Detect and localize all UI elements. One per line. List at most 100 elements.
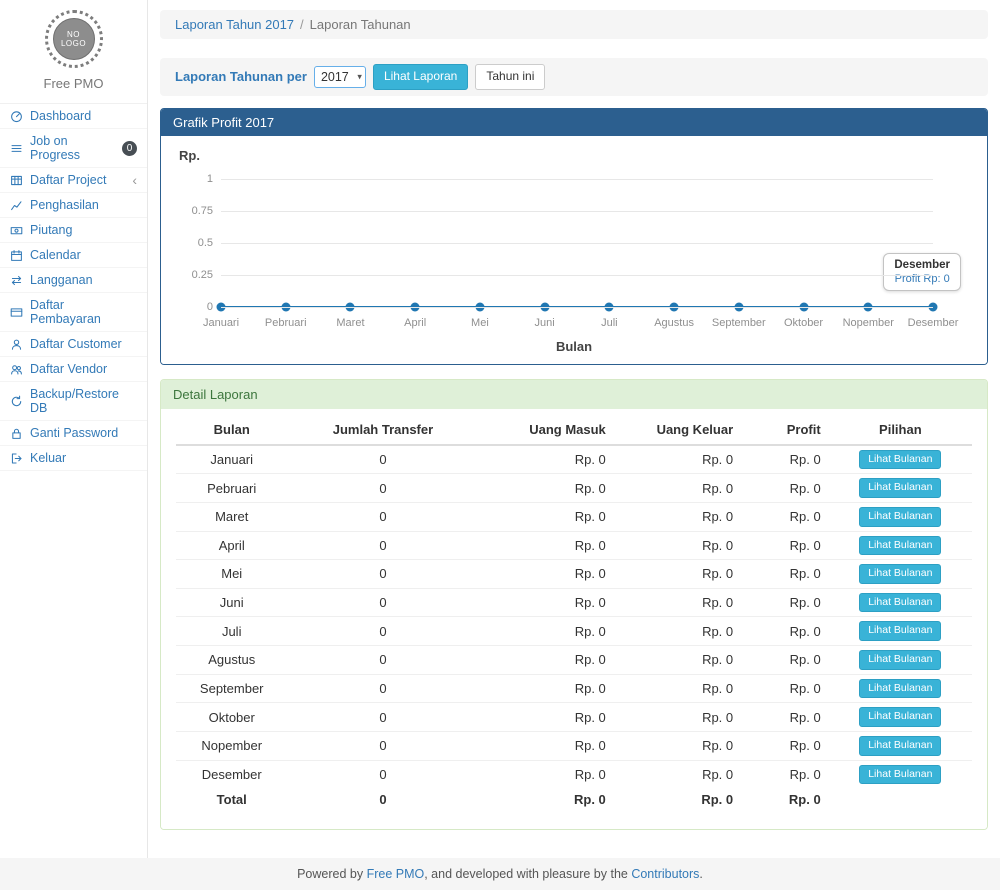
cell-pilihan: Lihat Bulanan bbox=[829, 531, 972, 560]
sidebar-item-job-on-progress[interactable]: Job on Progress 0 bbox=[0, 129, 147, 168]
dashboard-icon bbox=[10, 110, 23, 123]
content-wrap: NO LOGO Free PMO Dashboard Job on Progre… bbox=[0, 0, 1000, 858]
table-row: Juli 0 Rp. 0 Rp. 0 Rp. 0 Lihat Bulanan bbox=[176, 617, 972, 646]
cell-jumlah-transfer: 0 bbox=[287, 760, 478, 788]
table-row: Pebruari 0 Rp. 0 Rp. 0 Rp. 0 Lihat Bulan… bbox=[176, 474, 972, 503]
sidebar-item-penghasilan[interactable]: Penghasilan bbox=[0, 193, 147, 218]
sidebar-item-langganan[interactable]: Langganan bbox=[0, 268, 147, 293]
detail-panel-title: Detail Laporan bbox=[161, 380, 987, 409]
y-tick-label: 0.25 bbox=[175, 269, 213, 281]
x-tick-label: Maret bbox=[336, 317, 364, 329]
column-header-uang-keluar: Uang Keluar bbox=[614, 415, 741, 445]
x-tick-label: Pebruari bbox=[265, 317, 307, 329]
x-tick-label: Nopember bbox=[843, 317, 894, 329]
chart-tooltip: Desember Profit Rp: 0 bbox=[883, 253, 961, 291]
sidebar-item-label: Ganti Password bbox=[30, 426, 118, 440]
lihat-bulanan-button[interactable]: Lihat Bulanan bbox=[859, 707, 941, 727]
gridline bbox=[221, 243, 933, 244]
line-chart-icon bbox=[10, 199, 23, 212]
sidebar-item-daftar-customer[interactable]: Daftar Customer bbox=[0, 332, 147, 357]
footer-link-free-pmo[interactable]: Free PMO bbox=[367, 867, 425, 881]
gridline bbox=[221, 307, 933, 308]
sidebar-item-backup-restore-db[interactable]: Backup/Restore DB bbox=[0, 382, 147, 421]
sidebar-item-label: Daftar Project bbox=[30, 173, 106, 187]
tasks-icon bbox=[10, 142, 23, 155]
footer-text-suffix: . bbox=[699, 867, 702, 881]
sign-out-icon bbox=[10, 452, 23, 465]
sidebar-item-daftar-vendor[interactable]: Daftar Vendor bbox=[0, 357, 147, 382]
lihat-bulanan-button[interactable]: Lihat Bulanan bbox=[859, 765, 941, 785]
cell-profit: Rp. 0 bbox=[741, 674, 829, 703]
cell-pilihan: Lihat Bulanan bbox=[829, 732, 972, 761]
cell-pilihan: Lihat Bulanan bbox=[829, 445, 972, 474]
table-row: September 0 Rp. 0 Rp. 0 Rp. 0 Lihat Bula… bbox=[176, 674, 972, 703]
lihat-bulanan-button[interactable]: Lihat Bulanan bbox=[859, 564, 941, 584]
table-row: Nopember 0 Rp. 0 Rp. 0 Rp. 0 Lihat Bulan… bbox=[176, 732, 972, 761]
sidebar-item-ganti-password[interactable]: Ganti Password bbox=[0, 421, 147, 446]
logo-text: NO LOGO bbox=[53, 18, 95, 60]
lihat-bulanan-button[interactable]: Lihat Bulanan bbox=[859, 650, 941, 670]
sidebar-item-keluar[interactable]: Keluar bbox=[0, 446, 147, 471]
sidebar-item-daftar-pembayaran[interactable]: Daftar Pembayaran bbox=[0, 293, 147, 332]
cell-profit: Rp. 0 bbox=[741, 502, 829, 531]
cell-uang-masuk: Rp. 0 bbox=[478, 445, 613, 474]
footer: Powered by Free PMO, and developed with … bbox=[0, 858, 1000, 890]
sidebar-item-piutang[interactable]: Piutang bbox=[0, 218, 147, 243]
sidebar-item-label: Keluar bbox=[30, 451, 66, 465]
cell-uang-masuk: Rp. 0 bbox=[478, 560, 613, 589]
chart-plot: JanuariPebruariMaretAprilMeiJuniJuliAgus… bbox=[175, 169, 973, 335]
table-row: April 0 Rp. 0 Rp. 0 Rp. 0 Lihat Bulanan bbox=[176, 531, 972, 560]
y-tick-label: 0 bbox=[175, 301, 213, 313]
cell-bulan: Juli bbox=[176, 617, 287, 646]
cell-profit: Rp. 0 bbox=[741, 732, 829, 761]
footer-link-contributors[interactable]: Contributors bbox=[631, 867, 699, 881]
tahun-ini-button[interactable]: Tahun ini bbox=[475, 64, 545, 90]
cell-uang-keluar: Rp. 0 bbox=[614, 732, 741, 761]
cell-uang-masuk: Rp. 0 bbox=[478, 474, 613, 503]
breadcrumb-link[interactable]: Laporan Tahun 2017 bbox=[175, 17, 294, 32]
sidebar-item-daftar-project[interactable]: Daftar Project ‹ bbox=[0, 168, 147, 193]
cell-jumlah-transfer: 0 bbox=[287, 617, 478, 646]
cell-pilihan: Lihat Bulanan bbox=[829, 646, 972, 675]
brand-name: Free PMO bbox=[0, 76, 147, 91]
year-select[interactable]: 2017 bbox=[314, 66, 366, 88]
x-tick-label: April bbox=[404, 317, 426, 329]
lihat-bulanan-button[interactable]: Lihat Bulanan bbox=[859, 536, 941, 556]
total-keluar: Rp. 0 bbox=[614, 788, 741, 811]
cell-bulan: Desember bbox=[176, 760, 287, 788]
sidebar-item-label: Daftar Customer bbox=[30, 337, 122, 351]
table-row: Oktober 0 Rp. 0 Rp. 0 Rp. 0 Lihat Bulana… bbox=[176, 703, 972, 732]
detail-body: Bulan Jumlah Transfer Uang Masuk Uang Ke… bbox=[161, 409, 987, 830]
tooltip-title: Desember bbox=[894, 259, 950, 271]
money-icon bbox=[10, 224, 23, 237]
sidebar-item-label: Dashboard bbox=[30, 109, 91, 123]
column-header-jumlah-transfer: Jumlah Transfer bbox=[287, 415, 478, 445]
lihat-laporan-button[interactable]: Lihat Laporan bbox=[373, 64, 468, 90]
report-table: Bulan Jumlah Transfer Uang Masuk Uang Ke… bbox=[176, 415, 972, 812]
cell-jumlah-transfer: 0 bbox=[287, 474, 478, 503]
cell-pilihan: Lihat Bulanan bbox=[829, 617, 972, 646]
table-row: Agustus 0 Rp. 0 Rp. 0 Rp. 0 Lihat Bulana… bbox=[176, 646, 972, 675]
lihat-bulanan-button[interactable]: Lihat Bulanan bbox=[859, 507, 941, 527]
sidebar-item-label: Backup/Restore DB bbox=[30, 387, 137, 415]
sidebar-item-dashboard[interactable]: Dashboard bbox=[0, 104, 147, 129]
sidebar: NO LOGO Free PMO Dashboard Job on Progre… bbox=[0, 0, 148, 858]
lihat-bulanan-button[interactable]: Lihat Bulanan bbox=[859, 593, 941, 613]
sidebar-item-label: Langganan bbox=[30, 273, 93, 287]
lihat-bulanan-button[interactable]: Lihat Bulanan bbox=[859, 450, 941, 470]
cell-profit: Rp. 0 bbox=[741, 588, 829, 617]
sidebar-item-calendar[interactable]: Calendar bbox=[0, 243, 147, 268]
cell-uang-keluar: Rp. 0 bbox=[614, 588, 741, 617]
lihat-bulanan-button[interactable]: Lihat Bulanan bbox=[859, 621, 941, 641]
cell-jumlah-transfer: 0 bbox=[287, 502, 478, 531]
user-icon bbox=[10, 338, 23, 351]
y-tick-label: 0.5 bbox=[175, 237, 213, 249]
cell-uang-keluar: Rp. 0 bbox=[614, 531, 741, 560]
cell-profit: Rp. 0 bbox=[741, 703, 829, 732]
lihat-bulanan-button[interactable]: Lihat Bulanan bbox=[859, 736, 941, 756]
exchange-icon bbox=[10, 274, 23, 287]
lihat-bulanan-button[interactable]: Lihat Bulanan bbox=[859, 478, 941, 498]
breadcrumb-current: Laporan Tahunan bbox=[310, 17, 411, 32]
lihat-bulanan-button[interactable]: Lihat Bulanan bbox=[859, 679, 941, 699]
cell-profit: Rp. 0 bbox=[741, 531, 829, 560]
